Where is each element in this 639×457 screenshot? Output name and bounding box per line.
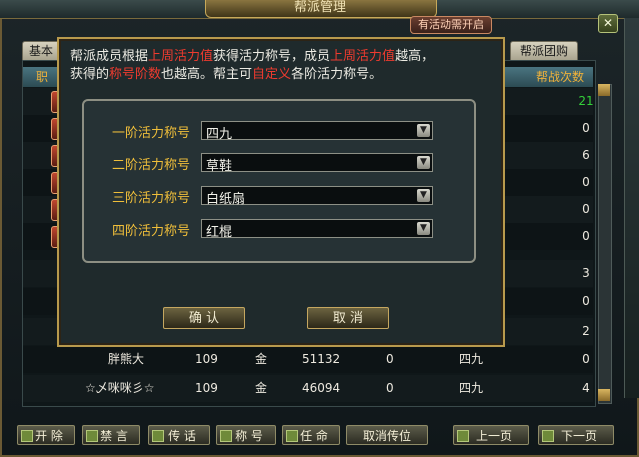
chevron-down-icon[interactable]: ▼	[417, 156, 430, 169]
tab-basic[interactable]: 基本	[22, 41, 60, 60]
event-badge[interactable]: 有活动需开启	[410, 16, 492, 34]
war-count: 0	[582, 229, 590, 243]
message-icon	[152, 430, 164, 442]
confirm-button[interactable]: 确 认	[163, 307, 245, 329]
prev-page-label: 上一页	[475, 429, 512, 443]
title-label: 称 号	[235, 429, 263, 443]
next-page-icon	[542, 430, 554, 442]
appoint-label: 任 命	[300, 429, 328, 443]
war-count: 0	[582, 175, 590, 189]
member-title: 四九	[459, 352, 484, 366]
level-3-value: 白纸扇	[206, 192, 246, 207]
level-2-value: 草鞋	[206, 159, 233, 174]
level-1-label: 一阶活力称号	[112, 126, 191, 141]
cancel-pass-button[interactable]: 取消传位	[346, 425, 428, 445]
chevron-down-icon[interactable]: ▼	[417, 124, 430, 137]
war-count: 0	[582, 352, 590, 366]
member-other: 0	[386, 352, 394, 366]
expel-label: 开 除	[35, 429, 63, 443]
member-title: 四九	[459, 381, 484, 395]
member-other: 0	[386, 381, 394, 395]
level-3-label: 三阶活力称号	[112, 191, 191, 206]
cancel-pass-label: 取消传位	[362, 429, 411, 443]
desc-text: 获得活力称号，成员	[213, 49, 331, 64]
prev-page-icon	[457, 430, 469, 442]
desc-highlight: 上周活力值	[148, 49, 214, 64]
expel-icon	[21, 430, 33, 442]
member-level: 109	[195, 381, 218, 395]
member-element: 金	[255, 381, 268, 395]
table-row[interactable]: 胖熊大 109 金 51132 0 四九 0	[23, 346, 593, 373]
tab-group-buy[interactable]: 帮派团购	[510, 41, 578, 60]
chevron-down-icon[interactable]: ▼	[417, 189, 430, 202]
desc-highlight: 上周活力值	[330, 49, 396, 64]
side-frame	[624, 18, 639, 398]
war-count: 3	[582, 266, 590, 280]
next-page-label: 下一页	[560, 429, 597, 443]
title-button[interactable]: 称 号	[216, 425, 276, 445]
member-contribution: 51132	[302, 352, 341, 366]
war-count: 0	[582, 294, 590, 308]
appoint-button[interactable]: 任 命	[282, 425, 340, 445]
appoint-icon	[286, 430, 298, 442]
expel-button[interactable]: 开 除	[17, 425, 75, 445]
war-count: 21	[578, 94, 594, 108]
table-row[interactable]: ☆乄咪咪彡☆ 109 金 46094 0 四九 4	[23, 375, 593, 402]
header-war-count: 帮战次数	[536, 70, 585, 84]
mute-icon	[86, 430, 98, 442]
level-3-select[interactable]: 白纸扇 ▼	[201, 186, 433, 207]
level-4-value: 红棍	[206, 225, 233, 240]
member-contribution: 46094	[302, 381, 341, 395]
level-2-label: 二阶活力称号	[112, 158, 191, 173]
prev-page-button[interactable]: 上一页	[453, 425, 529, 445]
member-level: 109	[195, 352, 218, 366]
member-name: 胖熊大	[108, 352, 145, 366]
level-1-select[interactable]: 四九 ▼	[201, 121, 433, 142]
level-4-select[interactable]: 红棍 ▼	[201, 219, 433, 240]
next-page-button[interactable]: 下一页	[538, 425, 614, 445]
desc-text: 获得的	[70, 67, 110, 82]
war-count: 0	[582, 202, 590, 216]
message-button[interactable]: 传 话	[148, 425, 210, 445]
member-element: 金	[255, 352, 268, 366]
close-icon[interactable]: ✕	[598, 14, 618, 33]
scroll-up-icon[interactable]	[598, 84, 610, 96]
war-count: 4	[582, 381, 590, 395]
war-count: 0	[582, 121, 590, 135]
desc-text: 帮派成员根据	[70, 49, 149, 64]
chevron-down-icon[interactable]: ▼	[417, 222, 430, 235]
desc-highlight: 自定义	[252, 67, 292, 82]
level-1-value: 四九	[206, 127, 233, 142]
window-title: 帮派管理	[293, 0, 346, 15]
desc-text: 各阶活力称号。	[291, 67, 383, 82]
desc-text: 也越高。帮主可	[161, 67, 253, 82]
war-count: 2	[582, 324, 590, 338]
level-2-select[interactable]: 草鞋 ▼	[201, 153, 433, 174]
message-label: 传 话	[168, 429, 196, 443]
cancel-button[interactable]: 取 消	[307, 307, 389, 329]
table-scrollbar[interactable]	[598, 84, 612, 404]
dialog-description: 帮派成员根据上周活力值获得活力称号，成员上周活力值越高， 获得的称号阶数也越高。…	[70, 48, 495, 84]
scroll-down-icon[interactable]	[598, 389, 610, 401]
desc-text: 越高，	[395, 49, 435, 64]
member-name: ☆乄咪咪彡☆	[85, 381, 155, 395]
desc-highlight: 称号阶数	[109, 67, 162, 82]
mute-button[interactable]: 禁 言	[82, 425, 140, 445]
war-count: 6	[582, 148, 590, 162]
mute-label: 禁 言	[100, 429, 128, 443]
header-position: 职	[36, 70, 49, 84]
level-4-label: 四阶活力称号	[112, 224, 191, 239]
title-icon	[220, 430, 232, 442]
